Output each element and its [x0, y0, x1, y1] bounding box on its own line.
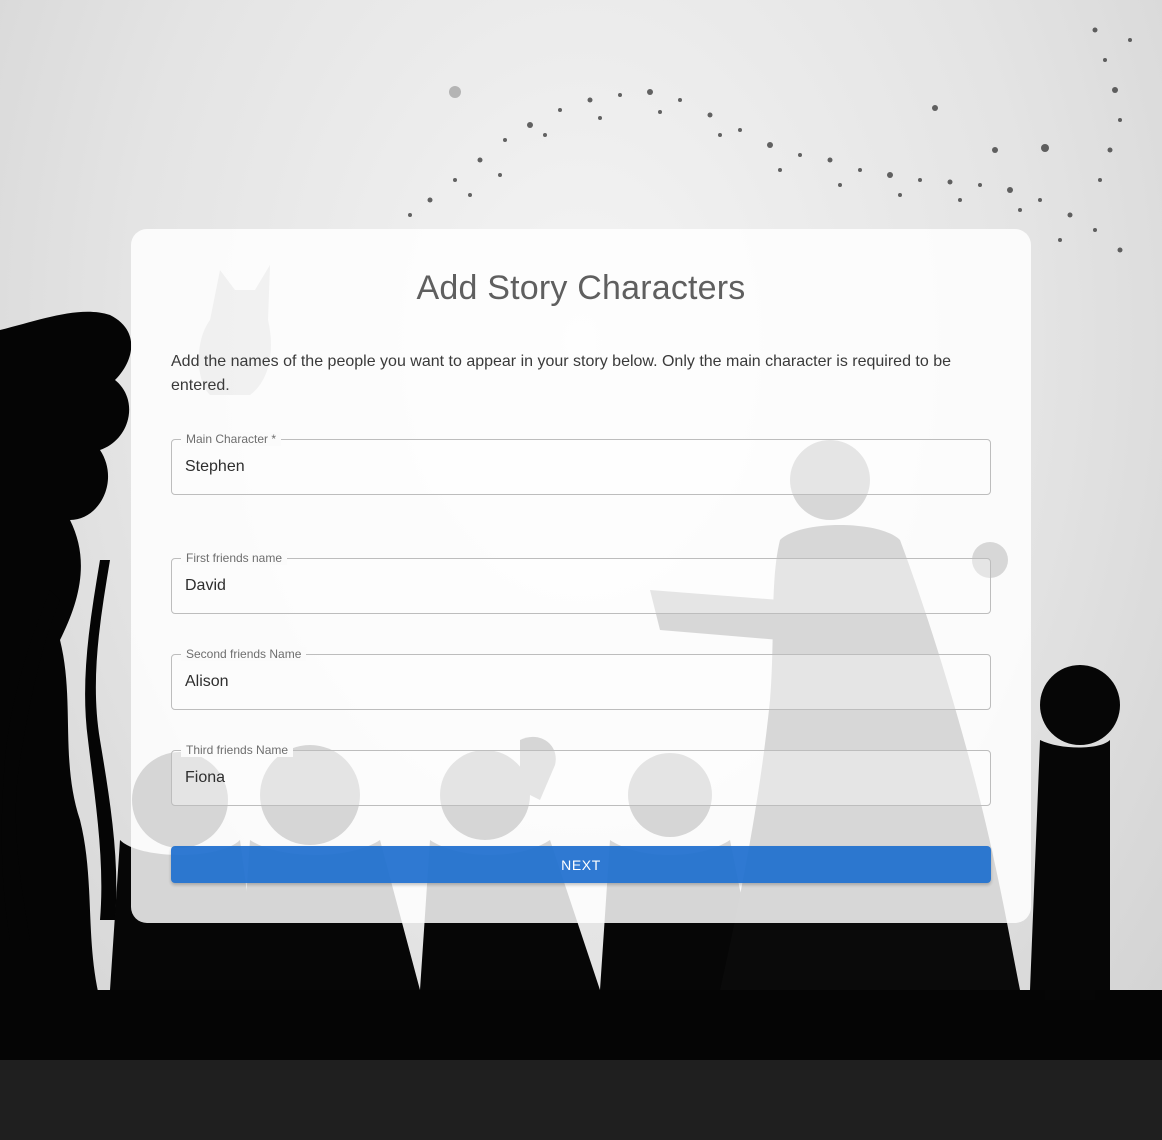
first-friend-input[interactable] — [185, 559, 975, 613]
third-friend-field[interactable]: Third friends Name — [171, 743, 991, 806]
page-title: Add Story Characters — [416, 269, 746, 307]
first-friend-field[interactable]: First friends name — [171, 551, 991, 614]
characters-form-card: Add Story Characters Add the names of th… — [131, 229, 1031, 923]
second-friend-field[interactable]: Second friends Name — [171, 647, 991, 710]
intro-text: Add the names of the people you want to … — [171, 353, 952, 394]
second-friend-input[interactable] — [185, 655, 975, 709]
next-button[interactable]: NEXT — [171, 846, 991, 883]
main-character-input[interactable] — [185, 440, 975, 494]
tree-silhouette — [0, 311, 132, 1001]
main-character-field[interactable]: Main Character * — [171, 432, 991, 495]
third-friend-input[interactable] — [185, 751, 975, 805]
sparkle-trail — [408, 27, 1132, 253]
ground-reflection — [0, 1060, 1162, 1140]
